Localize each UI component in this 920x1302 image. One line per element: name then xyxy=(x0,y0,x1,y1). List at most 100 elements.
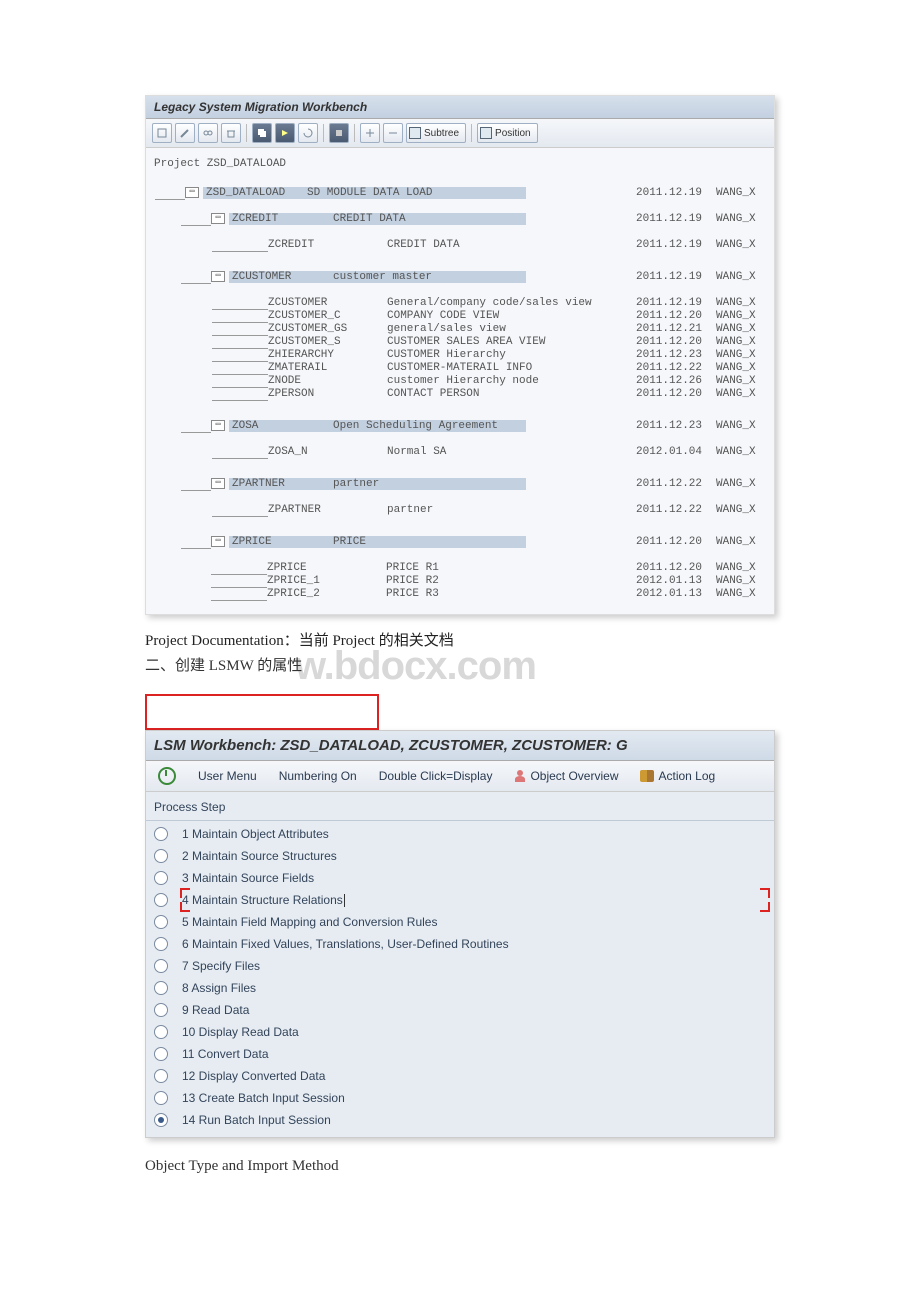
process-step-5[interactable]: 5 Maintain Field Mapping and Conversion … xyxy=(146,911,774,933)
radio-button[interactable] xyxy=(154,827,168,841)
tree-leaf[interactable]: ZPRICEPRICE R12011.12.20WANG_X xyxy=(180,561,766,574)
step-label: 1 Maintain Object Attributes xyxy=(182,827,329,841)
step-label: 12 Display Converted Data xyxy=(182,1069,325,1083)
step-label: 6 Maintain Fixed Values, Translations, U… xyxy=(182,937,509,951)
tree-leaf[interactable]: ZCUSTOMER_GSgeneral/sales view2011.12.21… xyxy=(180,322,766,335)
red-highlight-box xyxy=(145,694,379,730)
position-icon xyxy=(480,127,492,139)
delete-icon[interactable] xyxy=(221,123,241,143)
step-label: 14 Run Batch Input Session xyxy=(182,1113,331,1127)
radio-button[interactable] xyxy=(154,871,168,885)
tree-leaf[interactable]: ZPERSONCONTACT PERSON2011.12.20WANG_X xyxy=(180,387,766,400)
collapse-node-icon[interactable]: ▭ xyxy=(211,271,225,282)
process-step-4[interactable]: 4 Maintain Structure Relations xyxy=(146,889,774,911)
radio-button[interactable] xyxy=(154,1113,168,1127)
action-log-button[interactable]: Action Log xyxy=(636,767,719,785)
radio-button[interactable] xyxy=(154,1047,168,1061)
collapse-node-icon[interactable]: ▭ xyxy=(211,420,225,431)
process-step-3[interactable]: 3 Maintain Source Fields xyxy=(146,867,774,889)
execute-button[interactable] xyxy=(154,765,180,787)
tools-icon[interactable] xyxy=(329,123,349,143)
section-header: Process Step xyxy=(146,792,774,821)
tree-leaf[interactable]: ZMATERAILCUSTOMER-MATERAIL INFO2011.12.2… xyxy=(180,361,766,374)
process-step-8[interactable]: 8 Assign Files xyxy=(146,977,774,999)
tree-root[interactable]: ▭ ZSD_DATALOAD SD MODULE DATA LOAD 2011.… xyxy=(154,186,766,199)
tree-node-zpartner[interactable]: ▭ ZPARTNER partner 2011.12.22WANG_X xyxy=(180,477,766,490)
step-label: 2 Maintain Source Structures xyxy=(182,849,337,863)
tree-leaf[interactable]: ZPRICE_2PRICE R32012.01.13WANG_X xyxy=(180,587,766,600)
step-label: 7 Specify Files xyxy=(182,959,260,973)
project-label: Project ZSD_DATALOAD xyxy=(154,158,766,170)
radio-button[interactable] xyxy=(154,937,168,951)
radio-button[interactable] xyxy=(154,849,168,863)
tree-node-zcustomer[interactable]: ▭ ZCUSTOMER customer master 2011.12.19WA… xyxy=(180,270,766,283)
book-icon xyxy=(640,770,654,782)
tree-icon xyxy=(409,127,421,139)
subtree-button[interactable]: Subtree xyxy=(406,123,466,143)
radio-button[interactable] xyxy=(154,1069,168,1083)
object-overview-button[interactable]: Object Overview xyxy=(510,767,622,785)
tree-leaf[interactable]: ZPARTNERpartner2011.12.22WANG_X xyxy=(180,503,766,516)
tree-node-zcredit[interactable]: ▭ ZCREDIT CREDIT DATA 2011.12.19WANG_X xyxy=(180,212,766,225)
process-step-13[interactable]: 13 Create Batch Input Session xyxy=(146,1087,774,1109)
separator xyxy=(471,124,472,142)
radio-button[interactable] xyxy=(154,1025,168,1039)
process-step-list: 1 Maintain Object Attributes 2 Maintain S… xyxy=(146,821,774,1137)
process-step-6[interactable]: 6 Maintain Fixed Values, Translations, U… xyxy=(146,933,774,955)
process-step-12[interactable]: 12 Display Converted Data xyxy=(146,1065,774,1087)
process-step-7[interactable]: 7 Specify Files xyxy=(146,955,774,977)
tree-node-zosa[interactable]: ▭ ZOSA Open Scheduling Agreement 2011.12… xyxy=(180,419,766,432)
step-label: 3 Maintain Source Fields xyxy=(182,871,314,885)
separator xyxy=(354,124,355,142)
clock-icon xyxy=(158,767,176,785)
position-button[interactable]: Position xyxy=(477,123,538,143)
tree-leaf[interactable]: ZOSA_NNormal SA2012.01.04WANG_X xyxy=(180,445,766,458)
tree-node-zprice[interactable]: ▭ ZPRICE PRICE 2011.12.20WANG_X xyxy=(180,535,766,548)
execute-icon[interactable] xyxy=(275,123,295,143)
glasses-icon[interactable] xyxy=(198,123,218,143)
step-label: 11 Convert Data xyxy=(182,1047,269,1061)
collapse-node-icon[interactable]: ▭ xyxy=(211,478,225,489)
radio-button[interactable] xyxy=(154,981,168,995)
tree-leaf[interactable]: ZNODEcustomer Hierarchy node2011.12.26WA… xyxy=(180,374,766,387)
collapse-node-icon[interactable]: ▭ xyxy=(211,536,225,547)
toolbar-2: User Menu Numbering On Double Click=Disp… xyxy=(146,761,774,792)
radio-button[interactable] xyxy=(154,1003,168,1017)
expand-icon[interactable] xyxy=(360,123,380,143)
watermark: w.bdocx.com xyxy=(295,644,536,689)
radio-button[interactable] xyxy=(154,915,168,929)
copy-icon[interactable] xyxy=(252,123,272,143)
process-step-1[interactable]: 1 Maintain Object Attributes xyxy=(146,823,774,845)
collapse-node-icon[interactable]: ▭ xyxy=(185,187,199,198)
create-icon[interactable] xyxy=(152,123,172,143)
step-label: 8 Assign Files xyxy=(182,981,256,995)
toolbar: Subtree Position xyxy=(146,119,774,148)
window-title-2: LSM Workbench: ZSD_DATALOAD, ZCUSTOMER, … xyxy=(146,731,774,761)
double-click-button[interactable]: Double Click=Display xyxy=(375,767,497,785)
user-menu-button[interactable]: User Menu xyxy=(194,767,261,785)
collapse-icon[interactable] xyxy=(383,123,403,143)
numbering-button[interactable]: Numbering On xyxy=(275,767,361,785)
refresh-icon[interactable] xyxy=(298,123,318,143)
step-label: 10 Display Read Data xyxy=(182,1025,299,1039)
process-step-2[interactable]: 2 Maintain Source Structures xyxy=(146,845,774,867)
tree-leaf[interactable]: ZHIERARCHYCUSTOMER Hierarchy2011.12.23WA… xyxy=(180,348,766,361)
process-step-11[interactable]: 11 Convert Data xyxy=(146,1043,774,1065)
tree-leaf[interactable]: ZCUSTOMER_CCOMPANY CODE VIEW2011.12.20WA… xyxy=(180,309,766,322)
edit-icon[interactable] xyxy=(175,123,195,143)
collapse-node-icon[interactable]: ▭ xyxy=(211,213,225,224)
tree-leaf[interactable]: ZCREDIT CREDIT DATA 2011.12.19WANG_X xyxy=(180,238,766,251)
process-step-10[interactable]: 10 Display Read Data xyxy=(146,1021,774,1043)
process-step-9[interactable]: 9 Read Data xyxy=(146,999,774,1021)
radio-button[interactable] xyxy=(154,893,168,907)
radio-button[interactable] xyxy=(154,959,168,973)
radio-button[interactable] xyxy=(154,1091,168,1105)
step-label: 13 Create Batch Input Session xyxy=(182,1091,345,1105)
doc-paragraph-2: 二、创建 LSMW 的属性 xyxy=(145,654,302,675)
tree-leaf[interactable]: ZPRICE_1PRICE R22012.01.13WANG_X xyxy=(180,574,766,587)
separator xyxy=(246,124,247,142)
tree-leaf[interactable]: ZCUSTOMERGeneral/company code/sales view… xyxy=(180,296,766,309)
process-step-14[interactable]: 14 Run Batch Input Session xyxy=(146,1109,774,1131)
separator xyxy=(323,124,324,142)
tree-leaf[interactable]: ZCUSTOMER_SCUSTOMER SALES AREA VIEW2011.… xyxy=(180,335,766,348)
